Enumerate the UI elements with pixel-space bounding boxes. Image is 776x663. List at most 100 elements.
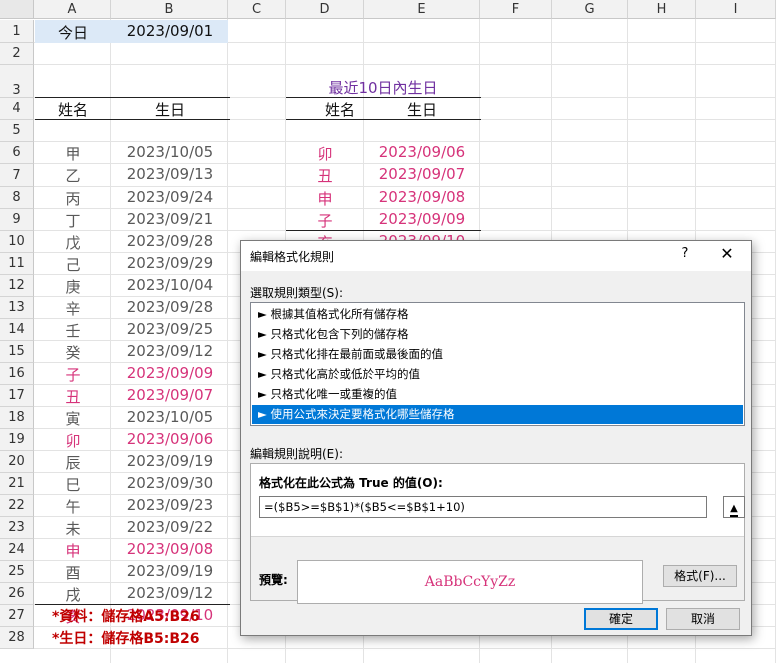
column-header-F[interactable]: F — [480, 0, 552, 19]
rule-type-item[interactable]: ► 根據其值格式化所有儲存格 — [252, 305, 743, 324]
main-date-cell[interactable]: 2023/09/07 — [112, 386, 228, 404]
row-header-22[interactable]: 22 — [0, 495, 34, 517]
recent-date-cell[interactable]: 2023/09/06 — [364, 143, 480, 161]
main-name-cell[interactable]: 丙 — [35, 188, 111, 209]
main-date-cell[interactable]: 2023/10/05 — [112, 408, 228, 426]
row-header-17[interactable]: 17 — [0, 385, 34, 407]
rule-type-item[interactable]: ► 只格式化排在最前面或最後面的值 — [252, 345, 743, 364]
main-name-cell[interactable]: 申 — [35, 540, 111, 561]
row-header-19[interactable]: 19 — [0, 429, 34, 451]
row-header-12[interactable]: 12 — [0, 275, 34, 297]
recent-date-cell[interactable]: 2023/09/09 — [364, 210, 480, 228]
recent-name-cell[interactable]: 丑 — [286, 165, 364, 186]
main-name-cell[interactable]: 戌 — [35, 584, 111, 605]
main-name-cell[interactable]: 子 — [35, 364, 111, 385]
main-date-cell[interactable]: 2023/09/23 — [112, 496, 228, 514]
row-header-20[interactable]: 20 — [0, 451, 34, 473]
main-name-cell[interactable]: 酉 — [35, 562, 111, 583]
main-name-cell[interactable]: 乙 — [35, 165, 111, 186]
main-date-cell[interactable]: 2023/09/24 — [112, 188, 228, 206]
dialog-titlebar[interactable]: 編輯格式化規則 ? ✕ — [241, 241, 751, 271]
main-date-cell[interactable]: 2023/09/19 — [112, 562, 228, 580]
row-header-14[interactable]: 14 — [0, 319, 34, 341]
column-header-I[interactable]: I — [696, 0, 776, 19]
row-header-16[interactable]: 16 — [0, 363, 34, 385]
recent-name-cell[interactable]: 子 — [286, 210, 364, 231]
note-data-range[interactable]: *資料：儲存格A5:B26 — [52, 606, 200, 626]
formula-input[interactable]: =($B5>=$B$1)*($B5<=$B$1+10) — [259, 496, 707, 518]
recent-name-cell[interactable]: 申 — [286, 188, 364, 209]
today-label[interactable]: 今日 — [35, 22, 111, 43]
main-name-cell[interactable]: 未 — [35, 518, 111, 539]
row-header-10[interactable]: 10 — [0, 231, 34, 253]
rule-type-item[interactable]: ► 只格式化唯一或重複的值 — [252, 385, 743, 404]
row-header-7[interactable]: 7 — [0, 164, 34, 187]
main-name-cell[interactable]: 卯 — [35, 430, 111, 451]
recent-date-cell[interactable]: 2023/09/07 — [364, 165, 480, 183]
main-date-cell[interactable]: 2023/09/29 — [112, 254, 228, 272]
row-header-13[interactable]: 13 — [0, 297, 34, 319]
rule-type-item[interactable]: ► 使用公式來決定要格式化哪些儲存格 — [252, 405, 743, 424]
row-header-25[interactable]: 25 — [0, 561, 34, 583]
row-header-23[interactable]: 23 — [0, 517, 34, 539]
column-header-A[interactable]: A — [34, 0, 111, 19]
format-button[interactable]: 格式(F)... — [663, 565, 737, 587]
main-name-cell[interactable]: 癸 — [35, 342, 111, 363]
main-name-cell[interactable]: 甲 — [35, 143, 111, 164]
today-value[interactable]: 2023/09/01 — [112, 22, 228, 40]
collapse-dialog-button[interactable]: ▲ — [723, 496, 745, 518]
row-header-9[interactable]: 9 — [0, 209, 34, 231]
row-header-18[interactable]: 18 — [0, 407, 34, 429]
main-name-cell[interactable]: 午 — [35, 496, 111, 517]
column-header-E[interactable]: E — [364, 0, 480, 19]
row-header-21[interactable]: 21 — [0, 473, 34, 495]
row-header-4[interactable]: 4 — [0, 98, 34, 120]
main-date-cell[interactable]: 2023/10/05 — [112, 143, 228, 161]
main-name-cell[interactable]: 戊 — [35, 232, 111, 253]
row-header-24[interactable]: 24 — [0, 539, 34, 561]
main-date-cell[interactable]: 2023/09/09 — [112, 364, 228, 382]
rule-type-item[interactable]: ► 只格式化包含下列的儲存格 — [252, 325, 743, 344]
main-date-cell[interactable]: 2023/09/08 — [112, 540, 228, 558]
main-date-cell[interactable]: 2023/09/28 — [112, 298, 228, 316]
main-date-cell[interactable]: 2023/09/13 — [112, 165, 228, 183]
main-date-cell[interactable]: 2023/09/22 — [112, 518, 228, 536]
main-header-birthday[interactable]: 生日 — [112, 99, 228, 120]
main-date-cell[interactable]: 2023/09/30 — [112, 474, 228, 492]
row-header-2[interactable]: 2 — [0, 43, 34, 65]
column-header-D[interactable]: D — [286, 0, 364, 19]
main-date-cell[interactable]: 2023/10/04 — [112, 276, 228, 294]
row-header-26[interactable]: 26 — [0, 583, 34, 605]
row-header-11[interactable]: 11 — [0, 253, 34, 275]
ok-button[interactable]: 確定 — [584, 608, 658, 630]
main-date-cell[interactable]: 2023/09/25 — [112, 320, 228, 338]
main-date-cell[interactable]: 2023/09/12 — [112, 342, 228, 360]
main-name-cell[interactable]: 辰 — [35, 452, 111, 473]
column-header-C[interactable]: C — [228, 0, 286, 19]
main-name-cell[interactable]: 丁 — [35, 210, 111, 231]
recent-title[interactable]: 最近10日內生日 — [286, 77, 480, 98]
main-name-cell[interactable]: 寅 — [35, 408, 111, 429]
main-name-cell[interactable]: 巳 — [35, 474, 111, 495]
recent-date-cell[interactable]: 2023/09/08 — [364, 188, 480, 206]
recent-header-birthday[interactable]: 生日 — [364, 99, 480, 120]
column-header-H[interactable]: H — [628, 0, 696, 19]
main-date-cell[interactable]: 2023/09/21 — [112, 210, 228, 228]
recent-name-cell[interactable]: 卯 — [286, 143, 364, 164]
column-header-B[interactable]: B — [111, 0, 228, 19]
row-header-15[interactable]: 15 — [0, 341, 34, 363]
main-date-cell[interactable]: 2023/09/12 — [112, 584, 228, 602]
select-all-corner[interactable] — [0, 0, 34, 19]
main-name-cell[interactable]: 庚 — [35, 276, 111, 297]
close-icon[interactable]: ✕ — [718, 244, 736, 263]
main-date-cell[interactable]: 2023/09/28 — [112, 232, 228, 250]
main-date-cell[interactable]: 2023/09/06 — [112, 430, 228, 448]
rule-type-item[interactable]: ► 只格式化高於或低於平均的值 — [252, 365, 743, 384]
main-name-cell[interactable]: 己 — [35, 254, 111, 275]
row-header-5[interactable]: 5 — [0, 120, 34, 142]
main-date-cell[interactable]: 2023/09/19 — [112, 452, 228, 470]
row-header-28[interactable]: 28 — [0, 627, 34, 649]
row-header-8[interactable]: 8 — [0, 187, 34, 209]
main-header-name[interactable]: 姓名 — [35, 99, 111, 120]
row-header-27[interactable]: 27 — [0, 605, 34, 627]
